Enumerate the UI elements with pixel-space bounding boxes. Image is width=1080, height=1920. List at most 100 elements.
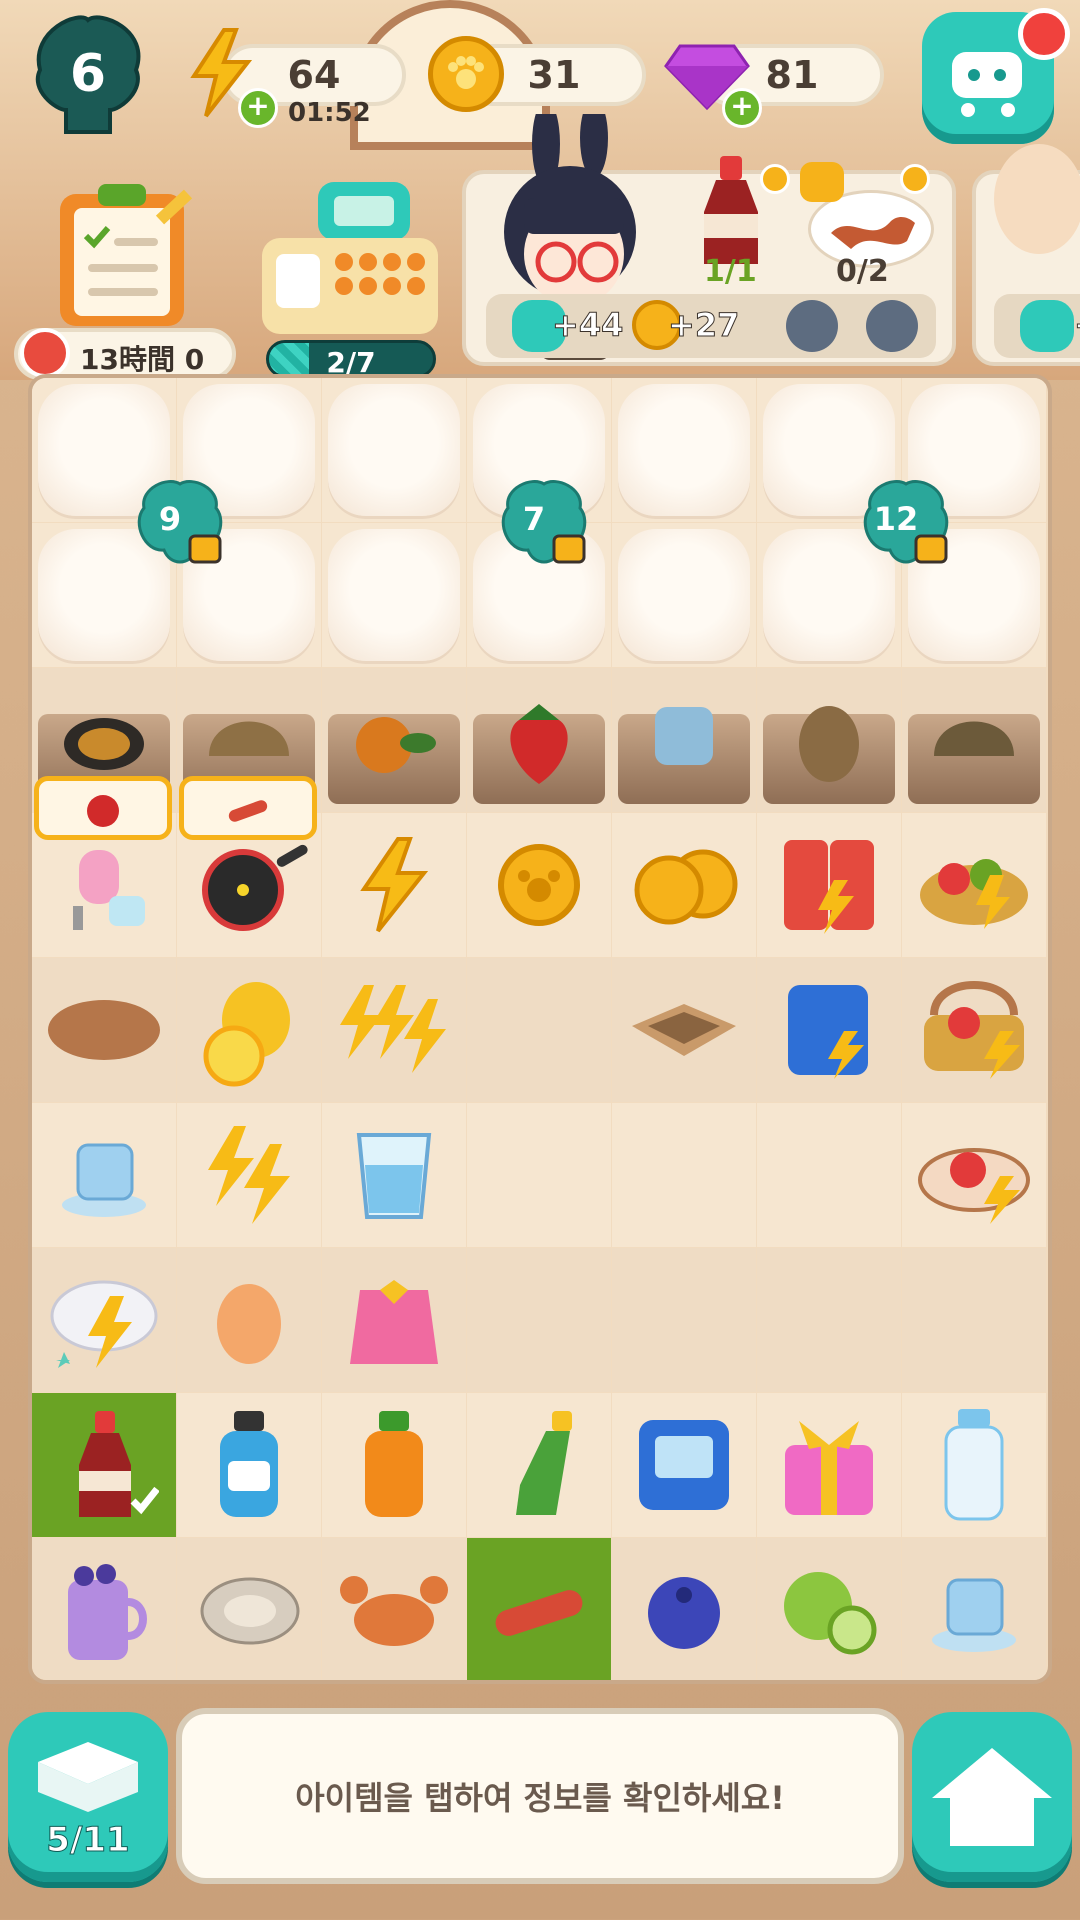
order-rewards-bar: + xyxy=(994,294,1080,358)
lime-icon xyxy=(784,1572,877,1655)
cloud-tile xyxy=(328,384,460,516)
board-cell[interactable] xyxy=(902,1248,1046,1392)
brown-egg-icon xyxy=(799,706,859,782)
board-cell[interactable] xyxy=(322,1538,466,1680)
inventory-button[interactable]: 5/11 xyxy=(8,1712,168,1882)
cloud-lock-badge[interactable]: 7 xyxy=(494,478,594,568)
board-cell[interactable] xyxy=(612,1393,756,1537)
board-cell[interactable] xyxy=(902,958,1046,1102)
tangerine-icon xyxy=(356,717,436,773)
required-item-bubble-apple xyxy=(34,776,172,840)
mussel-icon xyxy=(64,718,144,770)
home-button[interactable] xyxy=(912,1712,1072,1882)
board-cell[interactable] xyxy=(612,1248,756,1392)
cloud-tile xyxy=(328,529,460,661)
order-item1-count: 1/1 xyxy=(704,254,757,289)
board-cell[interactable] xyxy=(757,1393,901,1537)
gem-value: 81 xyxy=(765,53,819,97)
board-cell[interactable] xyxy=(467,668,611,812)
board-cell[interactable] xyxy=(757,1538,901,1680)
fruit-tray-icon xyxy=(918,1148,1030,1224)
customer-order-card[interactable]: 1/1 0/2 +44 +27 xyxy=(462,98,956,366)
board-cell-ready[interactable] xyxy=(32,1393,176,1537)
paw-coin-stack-icon xyxy=(634,849,738,925)
board-cell[interactable] xyxy=(902,1103,1046,1247)
cloud-tile xyxy=(618,529,750,661)
strawberry-icon xyxy=(510,704,568,784)
lemon-icon xyxy=(203,982,290,1087)
green-bottle-icon xyxy=(516,1411,572,1515)
water-glass-icon xyxy=(356,1133,432,1219)
board-cell[interactable] xyxy=(467,1103,611,1247)
board-cell[interactable] xyxy=(757,813,901,957)
board-cell[interactable] xyxy=(177,958,321,1102)
board-cell[interactable] xyxy=(322,668,466,812)
apple-icon xyxy=(87,795,119,827)
info-icon[interactable] xyxy=(900,164,930,194)
board-cell[interactable] xyxy=(902,1393,1046,1537)
board-cell[interactable] xyxy=(902,1538,1046,1680)
cloud-lock-badge[interactable]: 12 xyxy=(856,478,956,568)
board-cell[interactable] xyxy=(612,1103,756,1247)
board-cell[interactable] xyxy=(322,523,466,667)
wooden-tray-icon xyxy=(632,1004,736,1056)
board-cell[interactable] xyxy=(467,1393,611,1537)
add-gem-icon[interactable]: + xyxy=(722,88,762,128)
board-cell[interactable] xyxy=(467,813,611,957)
ice-cube-icon xyxy=(655,707,713,765)
board-cell[interactable] xyxy=(612,378,756,522)
board-cell[interactable] xyxy=(467,1248,611,1392)
reward-xp: +44 xyxy=(551,306,624,345)
level-badge[interactable]: 6 xyxy=(20,10,156,138)
board-cell[interactable] xyxy=(902,668,1046,812)
blueberry-icon xyxy=(648,1577,720,1649)
board-cell[interactable] xyxy=(177,1393,321,1537)
board-cell[interactable] xyxy=(322,958,466,1102)
board-cell[interactable] xyxy=(757,1103,901,1247)
board-cell[interactable] xyxy=(322,1393,466,1537)
add-energy-icon[interactable]: + xyxy=(238,88,278,128)
board-cell[interactable] xyxy=(322,1248,466,1392)
board-cell[interactable] xyxy=(467,958,611,1102)
lock-level: 7 xyxy=(522,500,546,538)
coin-value: 31 xyxy=(527,53,581,97)
board-cell[interactable] xyxy=(322,378,466,522)
board-cell[interactable] xyxy=(32,958,176,1102)
sausage-icon xyxy=(495,1590,583,1636)
energy-bolts-double-icon xyxy=(208,1126,290,1224)
board-cell[interactable] xyxy=(32,1103,176,1247)
order-rewards-bar: +44 +27 xyxy=(486,294,936,358)
required-item-bubble-sausage xyxy=(179,776,317,840)
fruit-basket-icon xyxy=(920,859,1028,929)
cloud-tile xyxy=(618,384,750,516)
energy-bolts-triple-icon xyxy=(340,985,446,1073)
info-icon[interactable] xyxy=(760,164,790,194)
board-cell-ready[interactable] xyxy=(467,1538,611,1680)
gift-bag-icon xyxy=(350,1280,438,1364)
cash-register-button[interactable] xyxy=(260,178,440,338)
board-cell[interactable] xyxy=(177,1248,321,1392)
board-cell[interactable] xyxy=(612,523,756,667)
energy-cloud-chest-icon xyxy=(50,1280,158,1368)
next-customer-order-card[interactable]: + xyxy=(972,144,1080,366)
board-cell[interactable] xyxy=(902,813,1046,957)
board-cell[interactable] xyxy=(612,813,756,957)
board-cell[interactable] xyxy=(612,1538,756,1680)
board-cell[interactable] xyxy=(757,1248,901,1392)
register-progress-bar: 2/7 xyxy=(266,340,436,378)
quest-clipboard-button[interactable] xyxy=(54,180,194,330)
board-cell[interactable] xyxy=(32,1248,176,1392)
blue-cooler-icon xyxy=(639,1420,729,1510)
board-cell[interactable] xyxy=(757,668,901,812)
board-cell[interactable] xyxy=(322,813,466,957)
bonus-tool-icon xyxy=(866,300,918,352)
cloud-lock-badge[interactable]: 9 xyxy=(130,478,230,568)
ice-cube-icon xyxy=(62,1143,146,1217)
board-cell[interactable] xyxy=(612,958,756,1102)
board-cell[interactable] xyxy=(177,1103,321,1247)
board-cell[interactable] xyxy=(757,958,901,1102)
board-cell[interactable] xyxy=(32,1538,176,1680)
board-cell[interactable] xyxy=(322,1103,466,1247)
board-cell[interactable] xyxy=(177,1538,321,1680)
board-cell[interactable] xyxy=(612,668,756,812)
